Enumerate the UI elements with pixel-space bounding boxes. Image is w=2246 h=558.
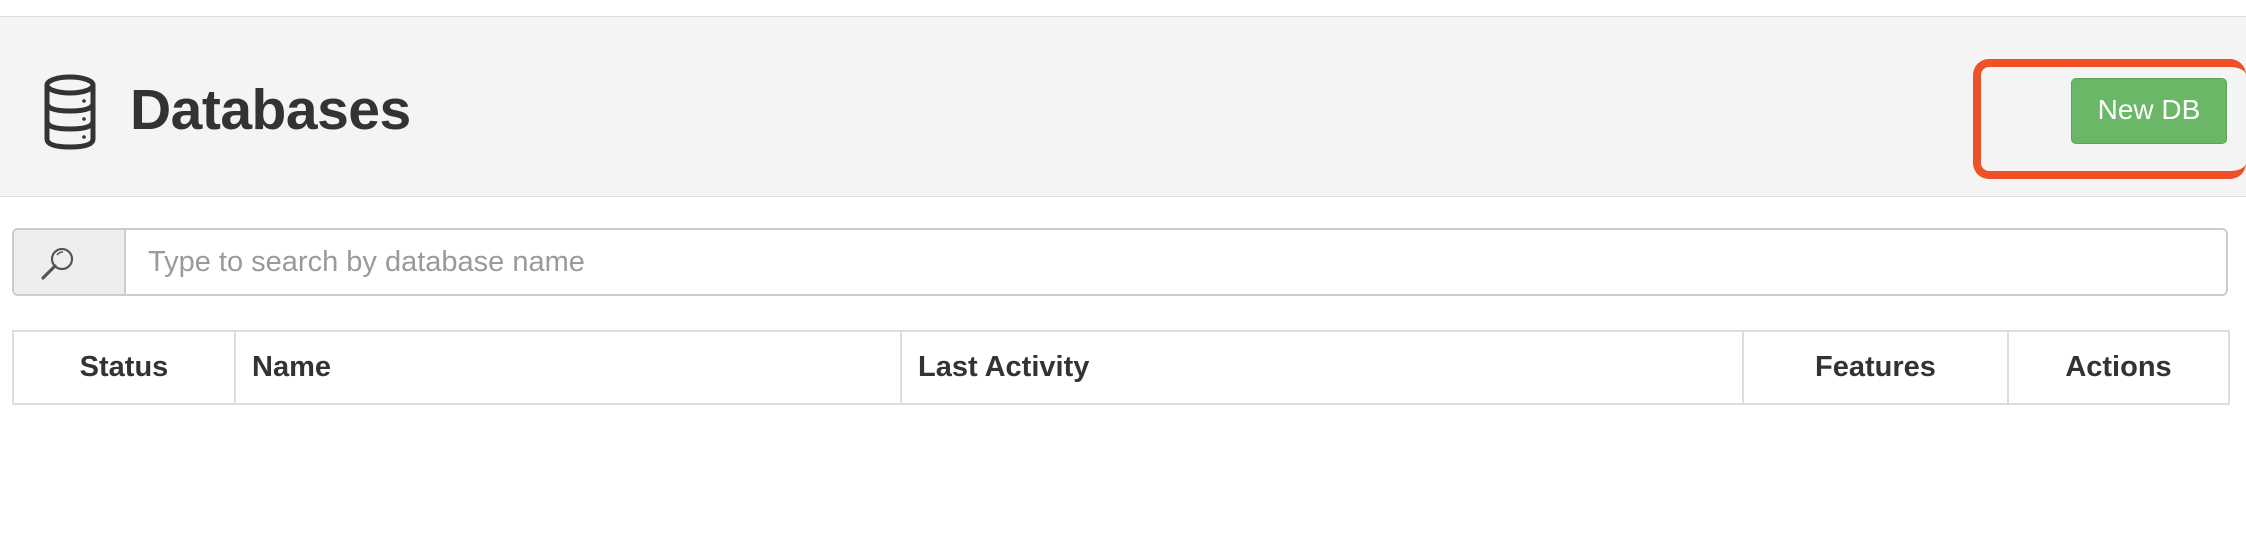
search-input[interactable] bbox=[126, 230, 2226, 294]
column-header-last-activity[interactable]: Last Activity bbox=[900, 330, 1744, 405]
search-addon[interactable] bbox=[14, 230, 126, 294]
column-header-actions[interactable]: Actions bbox=[2007, 330, 2230, 405]
column-header-features[interactable]: Features bbox=[1742, 330, 2009, 405]
page-title: Databases bbox=[130, 78, 411, 142]
table-header-row: Status Name Last Activity Features Actio… bbox=[12, 330, 2230, 405]
database-icon bbox=[42, 74, 98, 150]
column-header-name[interactable]: Name bbox=[234, 330, 902, 405]
page-header: Databases bbox=[0, 17, 2246, 197]
search-bar bbox=[12, 228, 2228, 296]
new-db-button[interactable]: New DB bbox=[2071, 78, 2227, 144]
top-divider bbox=[0, 0, 2246, 17]
databases-table: Status Name Last Activity Features Actio… bbox=[12, 330, 2230, 405]
column-header-status[interactable]: Status bbox=[12, 330, 236, 405]
